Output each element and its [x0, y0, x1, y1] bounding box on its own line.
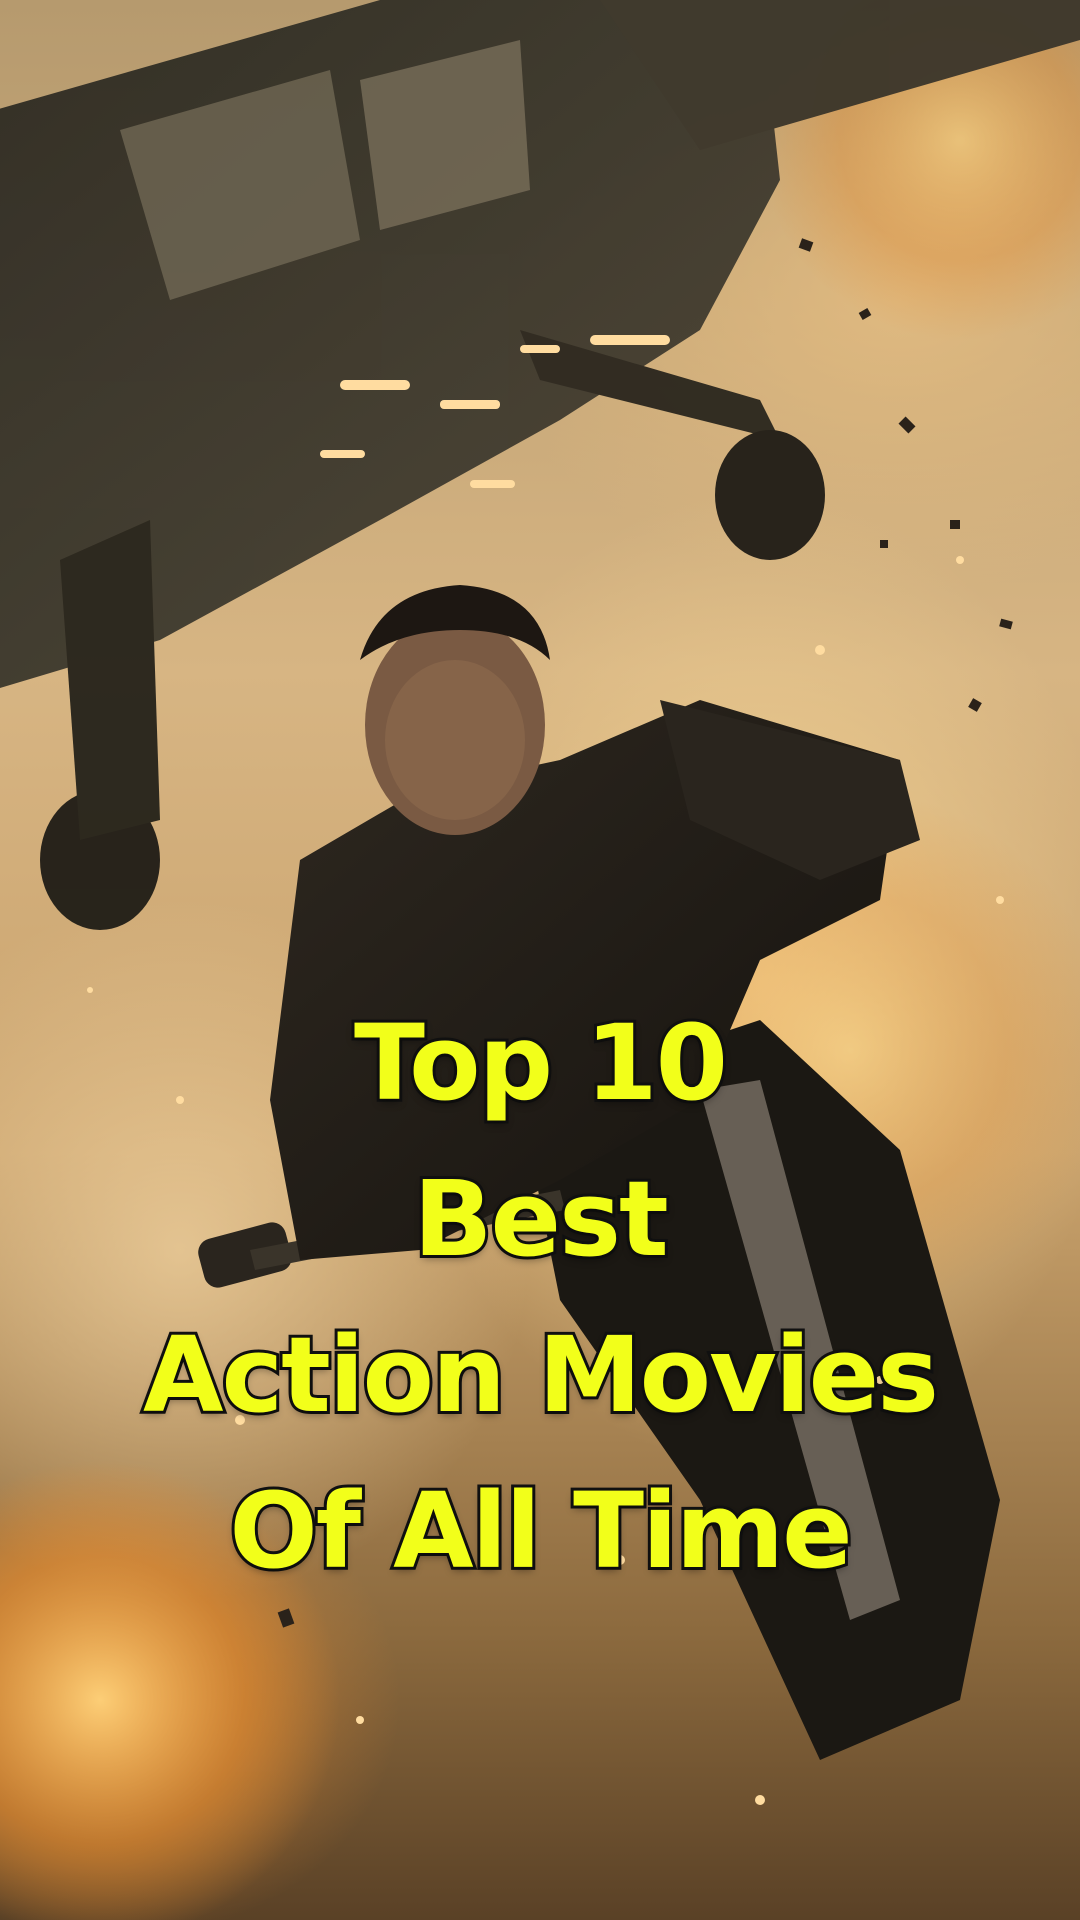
title-line-4: Of All Time — [226, 1467, 855, 1595]
title-line-2: Best — [410, 1155, 671, 1283]
poster-artwork — [0, 0, 1080, 1920]
title-line-3: Action Movies — [140, 1311, 942, 1439]
title-line-1: Top 10 — [351, 999, 731, 1127]
video-title-overlay: Top 10 Best Action Movies Of All Time — [0, 985, 1080, 1609]
video-frame: Top 10 Best Action Movies Of All Time — [0, 0, 1080, 1920]
